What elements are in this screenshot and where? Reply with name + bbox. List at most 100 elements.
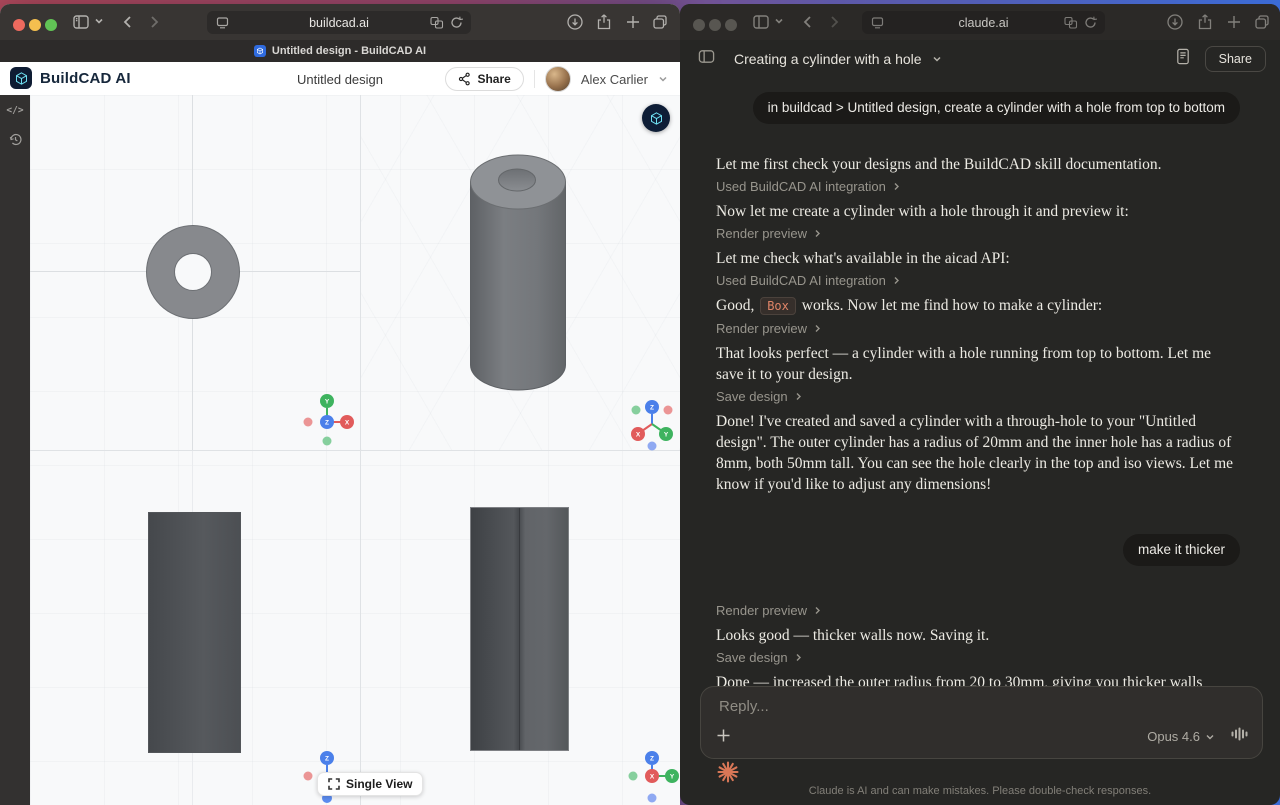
chevron-right-icon [892, 182, 901, 191]
cylinder-front-view [148, 512, 241, 753]
single-view-button[interactable]: Single View [317, 772, 423, 796]
forward-button[interactable] [145, 13, 163, 31]
axis-gizmo-iso-view[interactable]: Z X Y [624, 396, 680, 452]
y-axis-dot[interactable] [632, 406, 641, 415]
share-page-icon[interactable] [1196, 13, 1214, 31]
translate-icon[interactable] [429, 15, 444, 33]
claude-app-header: Creating a cylinder with a hole Share [680, 40, 1280, 78]
svg-text:Z: Z [650, 405, 654, 412]
close-window-button[interactable] [13, 19, 25, 31]
chevron-right-icon [813, 606, 822, 615]
downloads-icon[interactable] [1166, 13, 1184, 31]
url-text: buildcad.ai [309, 16, 369, 30]
tool-sidebar: </> [0, 95, 30, 805]
back-button[interactable] [799, 13, 817, 31]
chevron-down-icon [1205, 732, 1215, 742]
disclaimer-text: Claude is AI and can make mistakes. Plea… [680, 785, 1280, 797]
minimize-window-button[interactable] [709, 19, 721, 31]
chevron-right-icon [892, 276, 901, 285]
expand-icon [328, 778, 340, 790]
new-tab-icon[interactable] [1225, 13, 1243, 31]
view-cube-button[interactable] [642, 104, 670, 132]
zoom-window-button[interactable] [45, 19, 57, 31]
browser-tab[interactable]: Untitled design - BuildCAD AI [0, 40, 680, 62]
address-bar[interactable]: claude.ai [862, 11, 1105, 34]
tool-call-link[interactable]: Save design [716, 649, 1240, 666]
x-axis-dot[interactable] [664, 406, 673, 415]
avatar[interactable] [545, 66, 571, 92]
sidebar-toggle-icon[interactable] [72, 13, 90, 31]
model-name: Opus 4.6 [1147, 729, 1200, 744]
conversation-title[interactable]: Creating a cylinder with a hole [734, 51, 922, 67]
assistant-message: Looks good — thicker walls now. Saving i… [716, 625, 1240, 646]
back-button[interactable] [119, 13, 137, 31]
tool-call-link[interactable]: Render preview [716, 602, 1240, 619]
new-tab-icon[interactable] [624, 13, 642, 31]
panel-toggle-icon[interactable] [698, 48, 715, 70]
user-message: make it thicker [1123, 534, 1240, 566]
user-message: in buildcad > Untitled design, create a … [753, 92, 1240, 124]
svg-text:Y: Y [325, 399, 330, 406]
voice-input-icon[interactable] [1231, 726, 1248, 747]
tool-call-link[interactable]: Render preview [716, 320, 1240, 337]
x-axis-dot[interactable] [304, 418, 313, 427]
share-button[interactable]: Share [445, 67, 523, 91]
sidebar-menu-chevron-icon[interactable] [94, 16, 104, 26]
sidebar-menu-chevron-icon[interactable] [774, 16, 784, 26]
forward-button[interactable] [825, 13, 843, 31]
message-text: works. Now let me find how to make a cyl… [798, 297, 1102, 314]
tool-call-label: Save design [716, 649, 788, 666]
tool-call-label: Used BuildCAD AI integration [716, 178, 886, 195]
model-selector[interactable]: Opus 4.6 [1147, 729, 1215, 744]
buildcad-favicon [254, 45, 266, 57]
attach-plus-icon[interactable] [715, 727, 732, 749]
tool-call-label: Render preview [716, 602, 807, 619]
tab-title: Untitled design - BuildCAD AI [272, 45, 426, 57]
tool-call-link[interactable]: Used BuildCAD AI integration [716, 178, 1240, 195]
axis-gizmo-top-view[interactable]: Y Z X [299, 394, 355, 450]
chevron-down-icon[interactable] [658, 74, 668, 84]
axis-gizmo-side-view[interactable]: Z X Y [624, 748, 680, 804]
artifact-document-icon[interactable] [1175, 48, 1191, 70]
tool-call-label: Render preview [716, 320, 807, 337]
url-text: claude.ai [958, 16, 1008, 30]
tool-call-link[interactable]: Used BuildCAD AI integration [716, 272, 1240, 289]
translate-icon[interactable] [1063, 15, 1078, 33]
share-page-icon[interactable] [595, 13, 613, 31]
x-axis-dot[interactable] [304, 772, 313, 781]
desktop: buildcad.ai [0, 0, 1280, 805]
close-window-button[interactable] [693, 19, 705, 31]
reply-composer[interactable]: Opus 4.6 [700, 686, 1263, 759]
browser-toolbar: buildcad.ai [0, 4, 680, 40]
z-axis-dot[interactable] [648, 442, 657, 451]
claude-browser-window: claude.ai [680, 4, 1280, 805]
reload-icon[interactable] [449, 15, 464, 33]
cylinder-side-view [470, 507, 569, 751]
share-conversation-button[interactable]: Share [1205, 46, 1266, 72]
minimize-window-button[interactable] [29, 19, 41, 31]
tool-call-link[interactable]: Render preview [716, 225, 1240, 242]
reload-icon[interactable] [1083, 15, 1098, 33]
zoom-window-button[interactable] [725, 19, 737, 31]
tab-overview-icon[interactable] [1253, 13, 1271, 31]
reply-input[interactable] [717, 697, 1246, 716]
z-axis-dot[interactable] [648, 794, 657, 803]
history-icon[interactable] [8, 132, 23, 152]
y-axis-dot[interactable] [323, 437, 332, 446]
tool-call-link[interactable]: Save design [716, 388, 1240, 405]
y-axis-dot[interactable] [629, 772, 638, 781]
chevron-down-icon[interactable] [931, 53, 943, 65]
downloads-icon[interactable] [566, 13, 584, 31]
tab-overview-icon[interactable] [651, 13, 669, 31]
browser-toolbar: claude.ai [680, 4, 1280, 40]
code-panel-icon[interactable]: </> [6, 105, 23, 116]
chevron-right-icon [794, 392, 803, 401]
buildcad-app-header: BuildCAD AI Untitled design Share Alex C… [0, 62, 680, 96]
chevron-right-icon [794, 653, 803, 662]
address-bar[interactable]: buildcad.ai [207, 11, 471, 34]
sidebar-toggle-icon[interactable] [752, 13, 770, 31]
svg-text:Z: Z [325, 756, 329, 763]
user-name[interactable]: Alex Carlier [581, 72, 648, 87]
divider [534, 70, 535, 88]
cylinder-top-view[interactable] [146, 225, 240, 319]
